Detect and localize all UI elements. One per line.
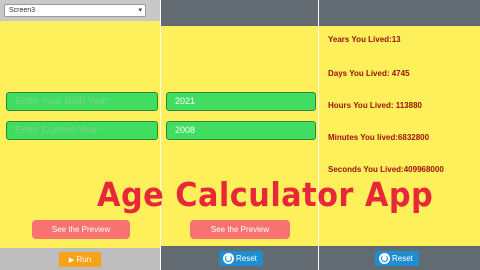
years-lived-text: Years You Lived:13 xyxy=(328,35,401,44)
birth-year-field[interactable]: 2008 xyxy=(166,121,316,140)
minutes-lived-text: Minutes You lived:6832800 xyxy=(328,133,430,142)
play-icon: ▶ xyxy=(68,257,75,264)
screen-selector-value: Screen3 xyxy=(9,7,36,14)
run-label: Run xyxy=(76,255,92,264)
screen-selector-dropdown[interactable]: Screen3 ▾ xyxy=(4,4,146,17)
current-year-field[interactable]: 2021 xyxy=(166,92,316,111)
seconds-lived-text: Seconds You Lived:409968000 xyxy=(328,165,444,174)
input-screen-panel: 2021 2008 See the Preview Reset xyxy=(161,0,319,270)
hours-lived-text: Hours You Lived: 113880 xyxy=(328,101,422,110)
see-preview-button[interactable]: See the Preview xyxy=(32,220,130,239)
overlay-title: Age Calculator App xyxy=(97,175,434,214)
designer-screen-panel: Screen3 ▾ Enter Your Birth Year Enter Cu… xyxy=(0,0,161,270)
see-preview-button[interactable]: See the Preview xyxy=(190,220,290,239)
phone-top-bar xyxy=(161,0,319,26)
phone-top-bar xyxy=(319,0,480,26)
chevron-down-icon: ▾ xyxy=(138,7,142,14)
result-screen-panel: Years You Lived:13 Days You Lived: 4745 … xyxy=(319,0,480,270)
reset-button[interactable]: Reset xyxy=(375,251,419,266)
reset-label: Reset xyxy=(392,254,413,263)
days-lived-text: Days You Lived: 4745 xyxy=(328,69,410,78)
birth-year-input[interactable]: Enter Your Birth Year xyxy=(6,92,158,111)
reset-icon xyxy=(379,253,390,264)
reset-label: Reset xyxy=(236,254,257,263)
reset-icon xyxy=(223,253,234,264)
run-button[interactable]: ▶ Run xyxy=(59,252,101,267)
reset-button[interactable]: Reset xyxy=(219,251,263,266)
current-year-input[interactable]: Enter Current Year xyxy=(6,121,158,140)
